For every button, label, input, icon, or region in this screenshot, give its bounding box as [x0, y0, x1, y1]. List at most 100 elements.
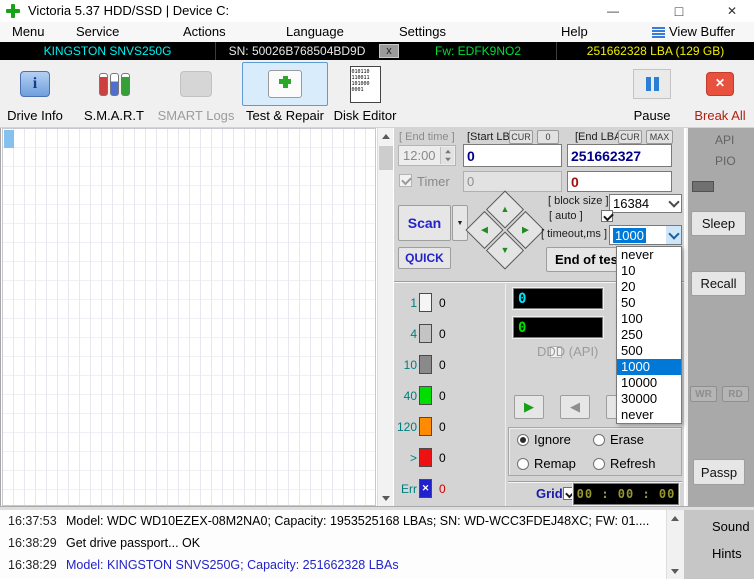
block-size-value: 16384 — [610, 196, 666, 211]
step-back-button[interactable]: ◀ — [560, 395, 590, 419]
victoria-window: Victoria 5.37 HDD/SSD | Device C: — □ ✕ … — [0, 0, 754, 579]
block-size-dropdown-icon[interactable] — [666, 195, 681, 212]
maximize-button[interactable]: □ — [664, 0, 694, 22]
log-entry: 16:38:29 Model: KINGSTON SNVS250G; Capac… — [0, 554, 666, 576]
test-repair-label: Test & Repair — [242, 108, 328, 123]
speed-bin-count: 0 — [439, 327, 446, 341]
timeout-option[interactable]: 10 — [617, 263, 681, 279]
timeout-option[interactable]: 10000 — [617, 375, 681, 391]
menu-item-service[interactable]: Service — [72, 22, 123, 42]
end-time-spinner[interactable]: 12:00 — [398, 145, 456, 166]
defect-action-option[interactable]: Refresh — [593, 456, 677, 471]
minimize-button[interactable]: — — [598, 0, 628, 22]
test-repair-button[interactable]: Test & Repair — [242, 62, 328, 123]
smart-button[interactable]: S.M.A.R.T — [80, 62, 148, 123]
wr-button[interactable]: WR — [690, 386, 717, 402]
menu-item-actions[interactable]: Actions — [179, 22, 230, 42]
speed-bin-row: 40 0 — [395, 386, 446, 405]
map-scrollbar[interactable] — [377, 128, 393, 506]
end-lba-input[interactable] — [567, 144, 672, 167]
drive-info-label: Drive Info — [4, 108, 66, 123]
pad-down-icon: ▼ — [501, 246, 510, 255]
speed-bin-label: 120 — [395, 420, 417, 434]
recall-button[interactable]: Recall — [691, 271, 746, 296]
end-of-test-label: End of test — [555, 252, 622, 267]
timeout-option[interactable]: 100 — [617, 311, 681, 327]
map-scroll-up-icon[interactable] — [378, 128, 394, 144]
speed-bin-block — [419, 293, 432, 312]
break-all-button[interactable]: ✕ Break All — [688, 62, 752, 123]
disk-editor-icon: 010110 110011 101000 0001 — [350, 66, 381, 103]
defect-action-label: Remap — [534, 456, 576, 471]
start-timer-input[interactable] — [463, 171, 562, 192]
map-scrollbar-thumb[interactable] — [379, 146, 393, 170]
scan-dropdown-button[interactable]: ▼ — [452, 205, 468, 241]
drive-info-button[interactable]: i Drive Info — [4, 62, 66, 123]
defect-action-radio[interactable] — [593, 458, 605, 470]
timeout-option[interactable]: 20 — [617, 279, 681, 295]
block-size-combo[interactable]: 16384 — [609, 194, 682, 213]
timeout-option[interactable]: 500 — [617, 343, 681, 359]
auto-checkbox[interactable] — [601, 210, 613, 222]
menu-item-settings[interactable]: Settings — [395, 22, 450, 42]
end-cur-button[interactable]: CUR — [618, 130, 642, 144]
rd-button[interactable]: RD — [722, 386, 749, 402]
pio-label: PIO — [715, 154, 736, 168]
timeout-option[interactable]: never — [617, 247, 681, 263]
log-scrollbar[interactable] — [666, 510, 683, 579]
defect-action-option[interactable]: Remap — [517, 456, 593, 471]
menu-item-menu[interactable]: Menu — [8, 22, 49, 42]
timeout-combo[interactable]: 1000 — [609, 225, 682, 245]
timeout-option[interactable]: 250 — [617, 327, 681, 343]
start-lba-input[interactable] — [463, 144, 562, 167]
map-scroll-down-icon[interactable] — [378, 490, 394, 506]
defect-action-label: Erase — [610, 432, 644, 447]
scan-button[interactable]: Scan — [398, 205, 451, 241]
timeout-option[interactable]: 30000 — [617, 391, 681, 407]
titlebar: Victoria 5.37 HDD/SSD | Device C: — □ ✕ — [0, 0, 754, 22]
timeout-option[interactable]: 50 — [617, 295, 681, 311]
end-max-button[interactable]: MAX — [646, 130, 673, 144]
defect-action-option[interactable]: Ignore — [517, 432, 593, 447]
defect-action-radio[interactable] — [517, 434, 529, 446]
start-zero-button[interactable]: 0 — [537, 130, 559, 144]
play-button[interactable]: ▶ — [514, 395, 544, 419]
log-scroll-down-icon[interactable] — [667, 563, 683, 579]
close-button[interactable]: ✕ — [714, 0, 750, 22]
defect-action-radio[interactable] — [593, 434, 605, 446]
break-all-label: Break All — [688, 108, 752, 123]
sleep-button[interactable]: Sleep — [691, 211, 746, 236]
log-list: 16:37:53 Model: WDC WD10EZEX-08M2NA0; Ca… — [0, 510, 666, 579]
end-counter-input[interactable] — [567, 171, 672, 192]
smart-logs-button[interactable]: SMART Logs — [156, 62, 236, 123]
start-cur-button[interactable]: CUR — [509, 130, 533, 144]
detach-device-button[interactable]: x — [379, 44, 399, 58]
defect-action-option[interactable]: Erase — [593, 432, 677, 447]
break-all-icon: ✕ — [706, 72, 734, 96]
disk-editor-button[interactable]: 010110 110011 101000 0001 Disk Editor — [332, 62, 398, 123]
log-scroll-up-icon[interactable] — [667, 510, 683, 526]
end-time-spin-buttons[interactable] — [440, 147, 454, 164]
speed-bin-row: 10 0 — [395, 355, 446, 374]
timeout-option[interactable]: 1000 — [617, 359, 681, 375]
speed-bin-row: Err ✕ 0 — [395, 479, 446, 498]
timeout-option[interactable]: never — [617, 407, 681, 423]
timeout-dropdown-icon[interactable] — [666, 226, 681, 244]
log-timestamp: 16:37:53 — [0, 510, 58, 532]
menubar: Menu Service Actions Language Settings H… — [0, 22, 754, 42]
pause-button[interactable]: Pause — [626, 62, 678, 123]
speed-bin-count: 0 — [439, 389, 446, 403]
quick-button[interactable]: QUICK — [398, 247, 451, 269]
menu-item-language[interactable]: Language — [282, 22, 348, 42]
log-timestamp: 16:38:29 — [0, 554, 58, 576]
device-model: KINGSTON SNVS250G — [0, 42, 215, 60]
defect-action-radio[interactable] — [517, 458, 529, 470]
quick-label: QUICK — [405, 251, 444, 265]
scan-surface-map[interactable] — [2, 128, 376, 506]
view-buffer-icon — [652, 27, 665, 38]
defect-action-label: Refresh — [610, 456, 656, 471]
timer-checkbox[interactable] — [399, 174, 412, 187]
menu-item-help[interactable]: Help — [557, 22, 592, 42]
view-buffer-live-button[interactable]: View Buffer Live — [669, 22, 754, 42]
passport-button[interactable]: Passp — [693, 459, 745, 485]
